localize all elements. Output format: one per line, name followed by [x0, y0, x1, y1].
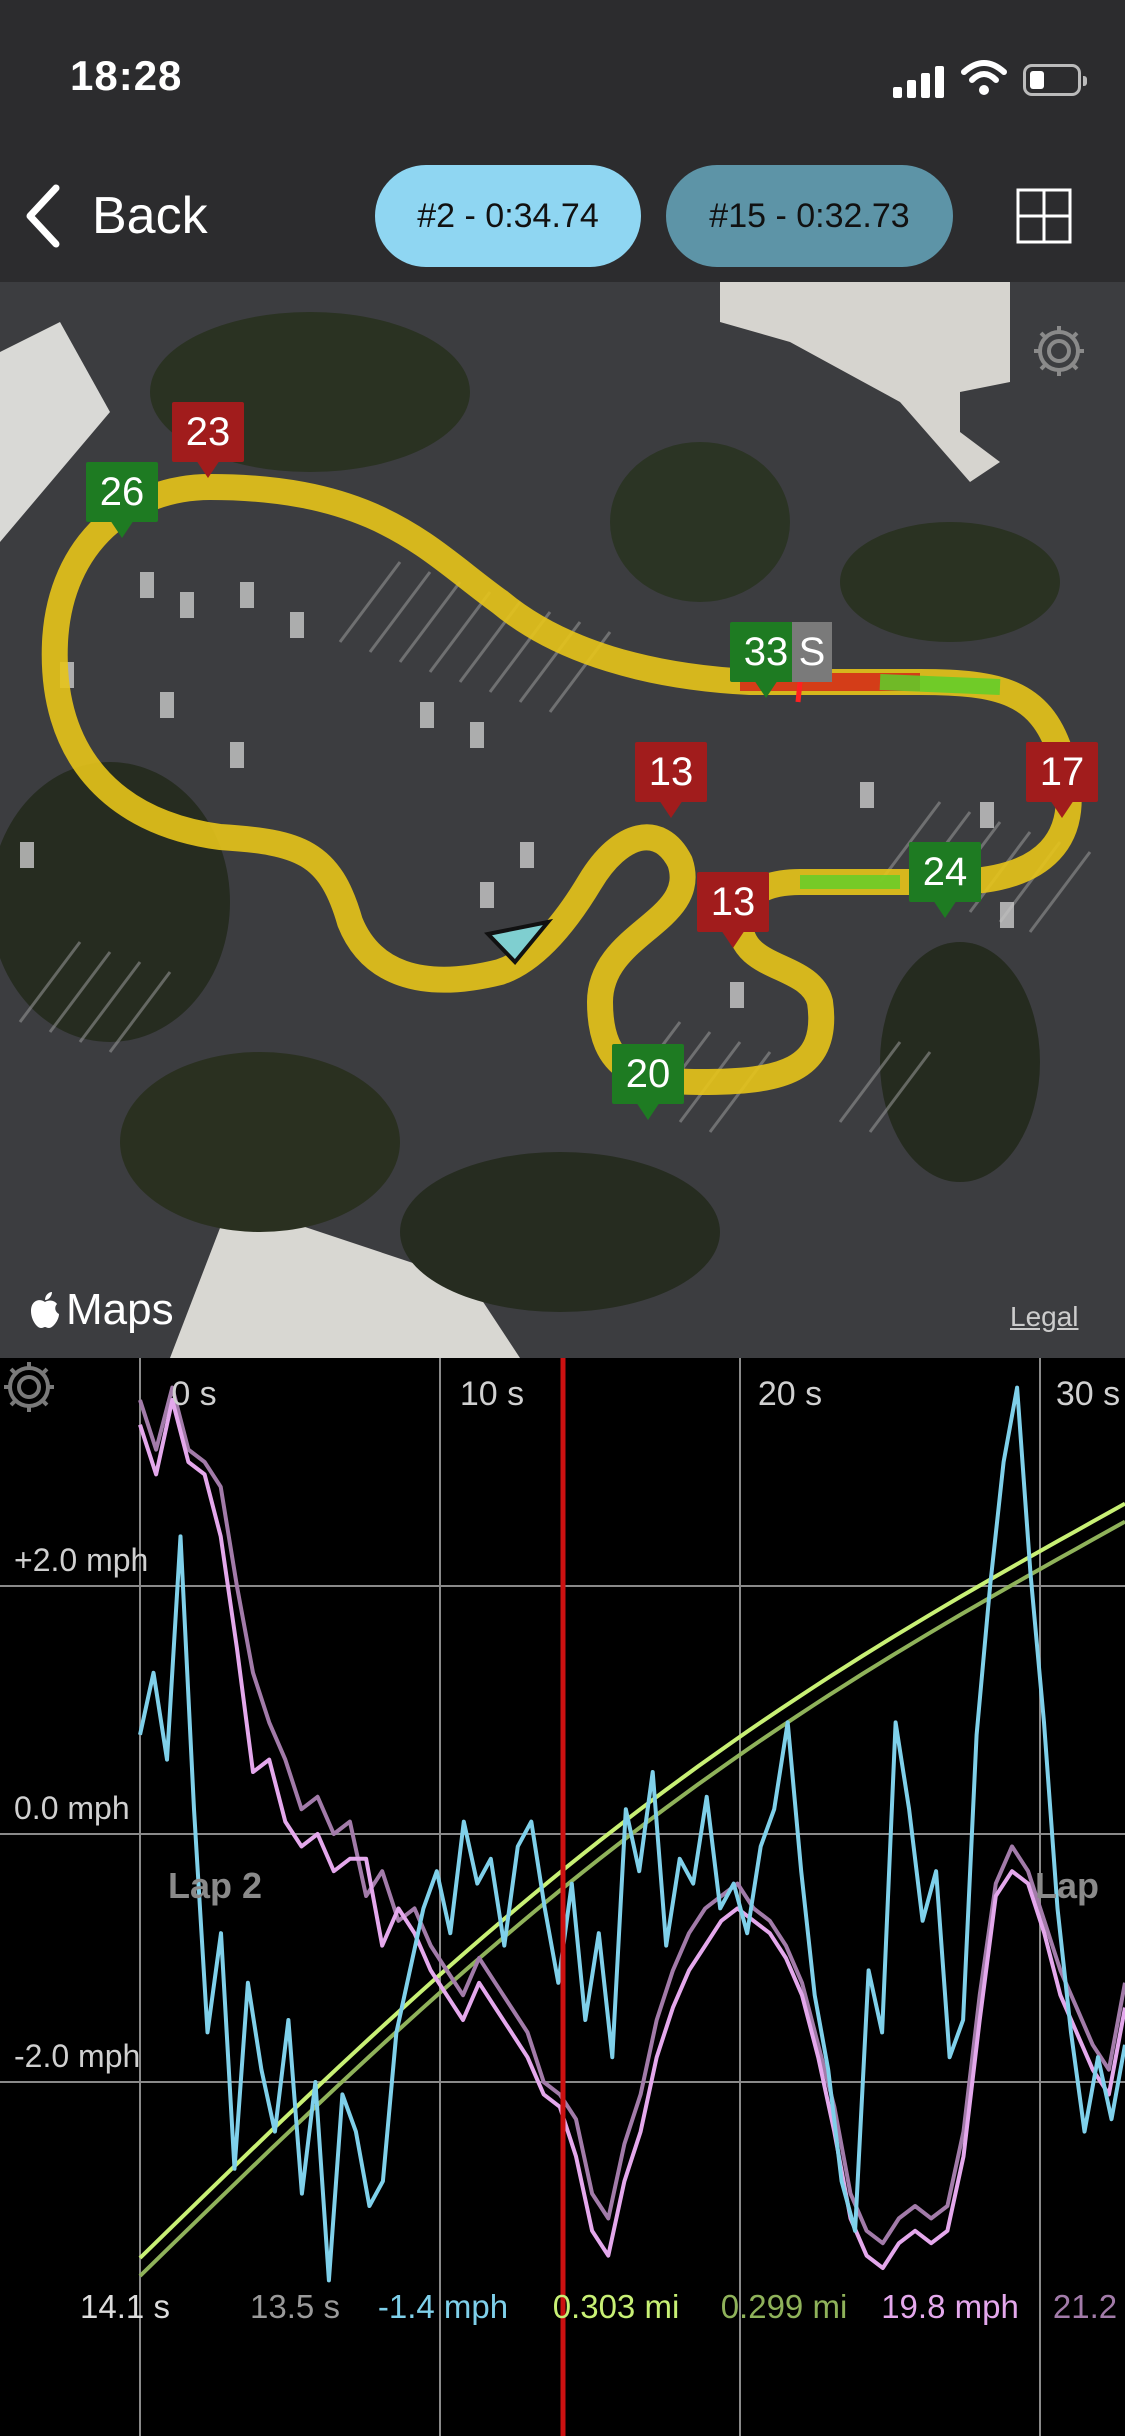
top-bar: 18:28 Back #2 - 0:34.74 #15 - 0:32.73 [0, 0, 1125, 282]
speed-marker[interactable]: 20 [612, 1044, 684, 1124]
maps-attribution-text: Maps [66, 1285, 174, 1334]
readout-value: 21.2 [1053, 2288, 1117, 2325]
status-time: 18:28 [70, 52, 183, 99]
y-tick-label: 0.0 mph [14, 1790, 130, 1826]
telemetry-graph[interactable]: 0 s 10 s 20 s 30 s +2.0 mph 0.0 mph -2.0 mph La… [0, 1358, 1125, 2436]
telemetry-chart: 0 s 10 s 20 s 30 s +2.0 mph 0.0 mph -2.0 mph La… [0, 1358, 1125, 2436]
speed-marker[interactable]: 24 [909, 842, 981, 922]
readout-value: -1.4 mph [378, 2288, 508, 2325]
y-tick-label: +2.0 mph [14, 1542, 148, 1578]
readout-value: 19.8 mph [881, 2288, 1019, 2325]
distance-line-lap-a [138, 1501, 1125, 2260]
chevron-left-icon [26, 184, 60, 248]
x-tick-label: 30 s [1056, 1375, 1120, 1413]
x-tick-label: 20 s [758, 1375, 822, 1413]
back-label: Back [92, 187, 208, 245]
speed-marker[interactable]: 17 [1026, 742, 1098, 822]
x-tick-label: 10 s [460, 1375, 524, 1413]
grid-icon[interactable] [1016, 188, 1072, 244]
speed-marker[interactable]: 23 [172, 402, 244, 482]
readout-value: 0.299 mi [721, 2288, 848, 2325]
lap-select-button-a[interactable]: #2 - 0:34.74 [375, 165, 641, 267]
gear-icon[interactable] [1030, 322, 1088, 380]
lap-label: Lap [1035, 1865, 1099, 1906]
readout-value: 14.1 s [80, 2288, 170, 2325]
speed-marker[interactable]: 13 [697, 872, 769, 952]
satellite-background [0, 282, 1092, 1358]
battery-icon [1023, 64, 1087, 96]
readout-value: 0.303 mi [553, 2288, 680, 2325]
start-finish-label: S [792, 622, 832, 682]
apple-logo-icon [31, 1292, 59, 1328]
legal-link[interactable]: Legal [1010, 1301, 1079, 1333]
back-button[interactable]: Back [22, 176, 208, 256]
speed-marker[interactable]: 13 [635, 742, 707, 822]
x-tick-label: 0 s [171, 1375, 216, 1413]
signal-strength-icon [893, 64, 945, 98]
lap-label: Lap 2 [168, 1865, 262, 1906]
maps-attribution: Maps [28, 1285, 174, 1335]
speed-marker[interactable]: 26 [86, 462, 158, 542]
wifi-icon [961, 60, 1007, 95]
readout-value: 13.5 s [250, 2288, 340, 2325]
y-tick-label: -2.0 mph [14, 2038, 140, 2074]
lap-select-button-b[interactable]: #15 - 0:32.73 [666, 165, 953, 267]
gear-icon[interactable] [0, 1358, 58, 1416]
track-map[interactable]: 23 26 33 S 13 17 24 13 20 Maps Legal [0, 282, 1125, 1358]
